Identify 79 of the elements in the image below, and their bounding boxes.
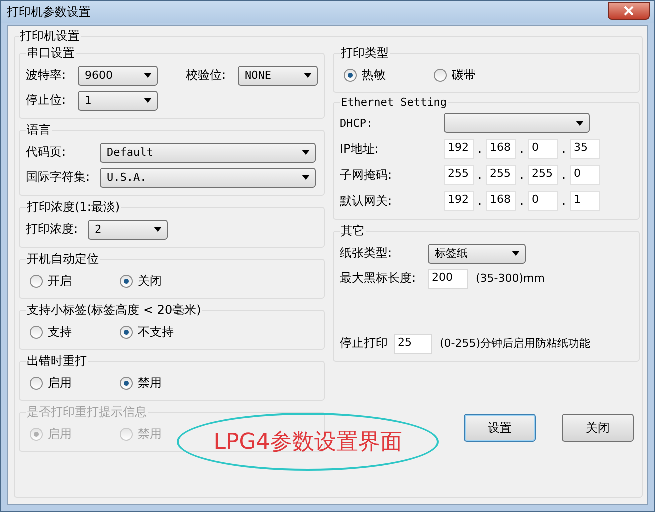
separator-dot: . (561, 142, 567, 156)
input-field[interactable]: 168 (486, 139, 516, 159)
field-label: 纸张类型: (340, 245, 394, 262)
separator-dot: . (477, 168, 483, 182)
dropdown[interactable]: U.S.A. (100, 168, 316, 188)
dropdown[interactable]: 2 (88, 220, 168, 240)
radio-option[interactable]: 不支持 (120, 324, 210, 340)
input-field[interactable]: 0 (570, 165, 600, 185)
annotation-ellipse: LPG4参数设置界面 (177, 413, 439, 471)
radio-option[interactable]: 热敏 (344, 66, 434, 84)
input-field[interactable]: 1 (570, 191, 600, 211)
group-title: 出错时重打 (26, 353, 88, 370)
separator-dot: . (477, 194, 483, 208)
dropdown[interactable]: NONE (238, 66, 318, 86)
field-label: 代码页: (26, 144, 68, 161)
radio-option[interactable]: 启用 (30, 374, 120, 392)
group-title: 是否打印重打提示信息 (26, 404, 148, 421)
input-field[interactable]: 25 (394, 334, 432, 354)
radio-option[interactable]: 关闭 (120, 272, 210, 290)
range-hint: (0-255)分钟后启用防粘纸功能 (440, 336, 591, 351)
dropdown[interactable]: 9600 (78, 66, 158, 86)
dialog-button[interactable]: 关闭 (562, 414, 634, 442)
dropdown[interactable]: Default (100, 142, 316, 162)
input-field[interactable]: 255 (528, 165, 558, 185)
group-title: 其它 (340, 223, 366, 240)
radio-option[interactable]: 开启 (30, 272, 120, 290)
separator-dot: . (561, 194, 567, 208)
field-label: IP地址: (340, 140, 380, 158)
input-field[interactable]: 192 (444, 139, 474, 159)
group-title: Ethernet Setting (340, 96, 448, 109)
caret-icon (154, 227, 162, 232)
separator-dot: . (477, 142, 483, 156)
window-title: 打印机参数设置 (7, 4, 91, 20)
dropdown[interactable]: 1 (78, 90, 158, 110)
caret-icon (302, 175, 310, 180)
radio-option[interactable]: 禁用 (120, 374, 210, 392)
input-field[interactable]: 255 (444, 165, 474, 185)
caret-icon (144, 98, 152, 103)
dropdown[interactable] (444, 113, 590, 133)
separator-dot: . (519, 142, 525, 156)
input-field[interactable]: 168 (486, 191, 516, 211)
field-label: 波特率: (26, 67, 68, 84)
group-title: 支持小标签(标签高度 < 20毫米) (26, 302, 202, 319)
radio-option[interactable]: 碳带 (434, 66, 524, 84)
group-title: 语言 (26, 122, 52, 139)
field-label: 打印浓度: (26, 221, 80, 238)
field-label: 停止位: (26, 92, 68, 109)
input-field[interactable]: 200 (428, 268, 468, 288)
field-label: DHCP: (340, 116, 374, 130)
close-icon (624, 6, 634, 16)
range-hint: (35-300)mm (476, 272, 545, 285)
group-title: 打印浓度(1:最淡) (26, 199, 122, 216)
close-button[interactable] (608, 2, 650, 20)
separator-dot: . (519, 194, 525, 208)
input-field[interactable]: 255 (486, 165, 516, 185)
field-label: 国际字符集: (26, 169, 92, 186)
dialog-button[interactable]: 设置 (464, 414, 536, 442)
separator-dot: . (519, 168, 525, 182)
field-label: 默认网关: (340, 192, 394, 210)
input-field[interactable]: 35 (570, 139, 600, 159)
caret-icon (512, 251, 520, 256)
separator-dot: . (561, 168, 567, 182)
caret-icon (302, 150, 310, 155)
group-title: 开机自动定位 (26, 251, 100, 268)
input-field[interactable]: 192 (444, 191, 474, 211)
field-label: 最大黑标长度: (340, 270, 418, 287)
input-field[interactable]: 0 (528, 139, 558, 159)
field-label: 子网掩码: (340, 166, 394, 184)
field-label: 校验位: (186, 67, 228, 84)
radio-option[interactable]: 支持 (30, 324, 120, 340)
caret-icon (304, 73, 312, 78)
group-title: 打印类型 (340, 45, 390, 62)
field-label: 停止打印 (340, 335, 388, 352)
caret-icon (576, 120, 584, 126)
group-title: 串口设置 (26, 45, 76, 62)
caret-icon (144, 73, 152, 78)
group-title: 打印机设置 (19, 28, 81, 45)
input-field[interactable]: 0 (528, 191, 558, 211)
dropdown[interactable]: 标签纸 (428, 244, 526, 264)
